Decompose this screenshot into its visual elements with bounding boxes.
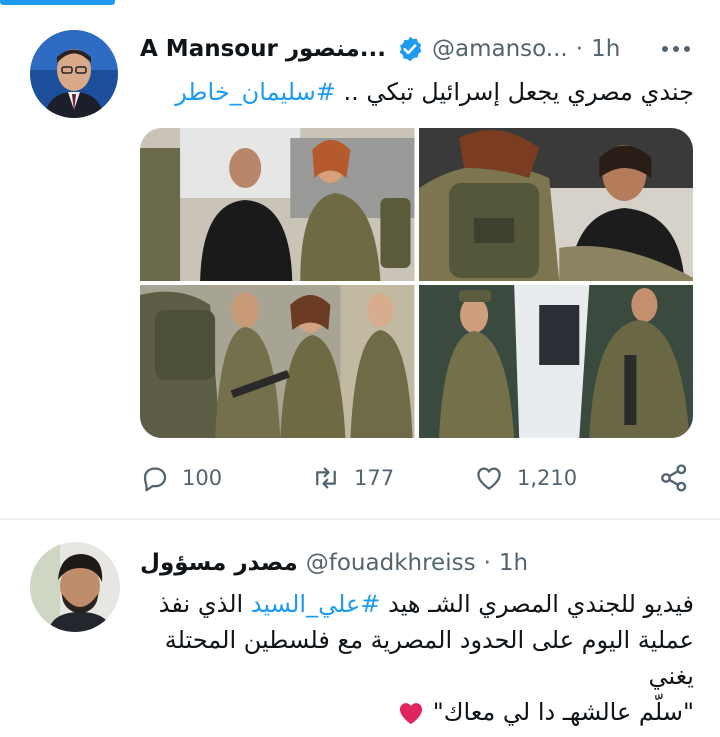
media-grid <box>140 128 693 438</box>
timestamp[interactable]: 1h <box>499 550 528 576</box>
photo-group-of-soldiers[interactable] <box>140 285 415 438</box>
share-button[interactable] <box>658 460 690 496</box>
verified-badge-icon <box>396 35 424 63</box>
user-handle[interactable]: @fouadkhreiss <box>306 550 476 576</box>
tweet-text-body: الذي نفذ <box>158 590 244 618</box>
display-name[interactable]: A Mansour منصور... <box>140 36 386 62</box>
retweet-button[interactable]: 177 <box>310 460 394 496</box>
tweet-header: A Mansour منصور... @amanso... · 1h <box>140 34 696 64</box>
tweet-text: فيديو للجندي المصري الشـ هيد #علي_السيد … <box>124 586 694 730</box>
tweet-text-line: عملية اليوم على الحدود المصرية مع فلسطين… <box>164 626 694 690</box>
tweet[interactable]: مصدر مسؤول @fouadkhreiss · 1h فيديو للجن… <box>0 520 720 726</box>
tweet-text-line: "سلّم عالشهـ دا لي معاك" <box>124 694 694 730</box>
share-icon <box>661 464 687 492</box>
tweet-actions: 100 177 1,210 <box>140 460 693 496</box>
reply-count: 100 <box>182 466 223 490</box>
separator-dot: · <box>575 36 584 62</box>
tweet-header: مصدر مسؤول @fouadkhreiss · 1h <box>140 548 696 578</box>
separator-dot: · <box>483 550 491 576</box>
avatar[interactable] <box>30 542 120 632</box>
like-count: 1,210 <box>517 466 578 490</box>
timestamp[interactable]: 1h <box>591 36 620 62</box>
photo-crying-woman-and-soldier[interactable] <box>140 128 415 281</box>
avatar[interactable] <box>30 30 118 118</box>
reply-icon <box>143 467 167 492</box>
display-name[interactable]: مصدر مسؤول <box>140 550 298 576</box>
like-button[interactable]: 1,210 <box>473 460 577 496</box>
tweet-text-body: جندي مصري يجعل إسرائيل تبكي .. <box>343 78 694 106</box>
hashtag-link[interactable]: #علي_السيد <box>251 590 381 618</box>
user-handle[interactable]: @amanso... <box>432 36 568 62</box>
active-tab-indicator <box>0 0 115 5</box>
tweet[interactable]: A Mansour منصور... @amanso... · 1h جندي … <box>0 14 720 518</box>
photo-soldiers-embracing[interactable] <box>418 128 693 281</box>
reply-button[interactable]: 100 <box>140 460 222 496</box>
photo-soldier-at-car-door[interactable] <box>418 285 693 438</box>
retweet-count: 177 <box>354 466 395 490</box>
tweet-text-body: "سلّم عالشهـ دا لي معاك" <box>432 698 694 726</box>
heart-outline-icon <box>477 467 501 490</box>
tweet-text-line: فيديو للجندي المصري الشـ هيد #علي_السيد … <box>124 586 694 622</box>
hashtag-link[interactable]: #سليمان_خاطر <box>175 78 336 106</box>
retweet-icon <box>316 467 336 489</box>
more-options-icon[interactable] <box>656 34 696 64</box>
tweet-text-body: فيديو للجندي المصري الشـ هيد <box>388 590 694 618</box>
tweet-text: جندي مصري يجعل إسرائيل تبكي .. #سليمان_خ… <box>134 74 694 110</box>
